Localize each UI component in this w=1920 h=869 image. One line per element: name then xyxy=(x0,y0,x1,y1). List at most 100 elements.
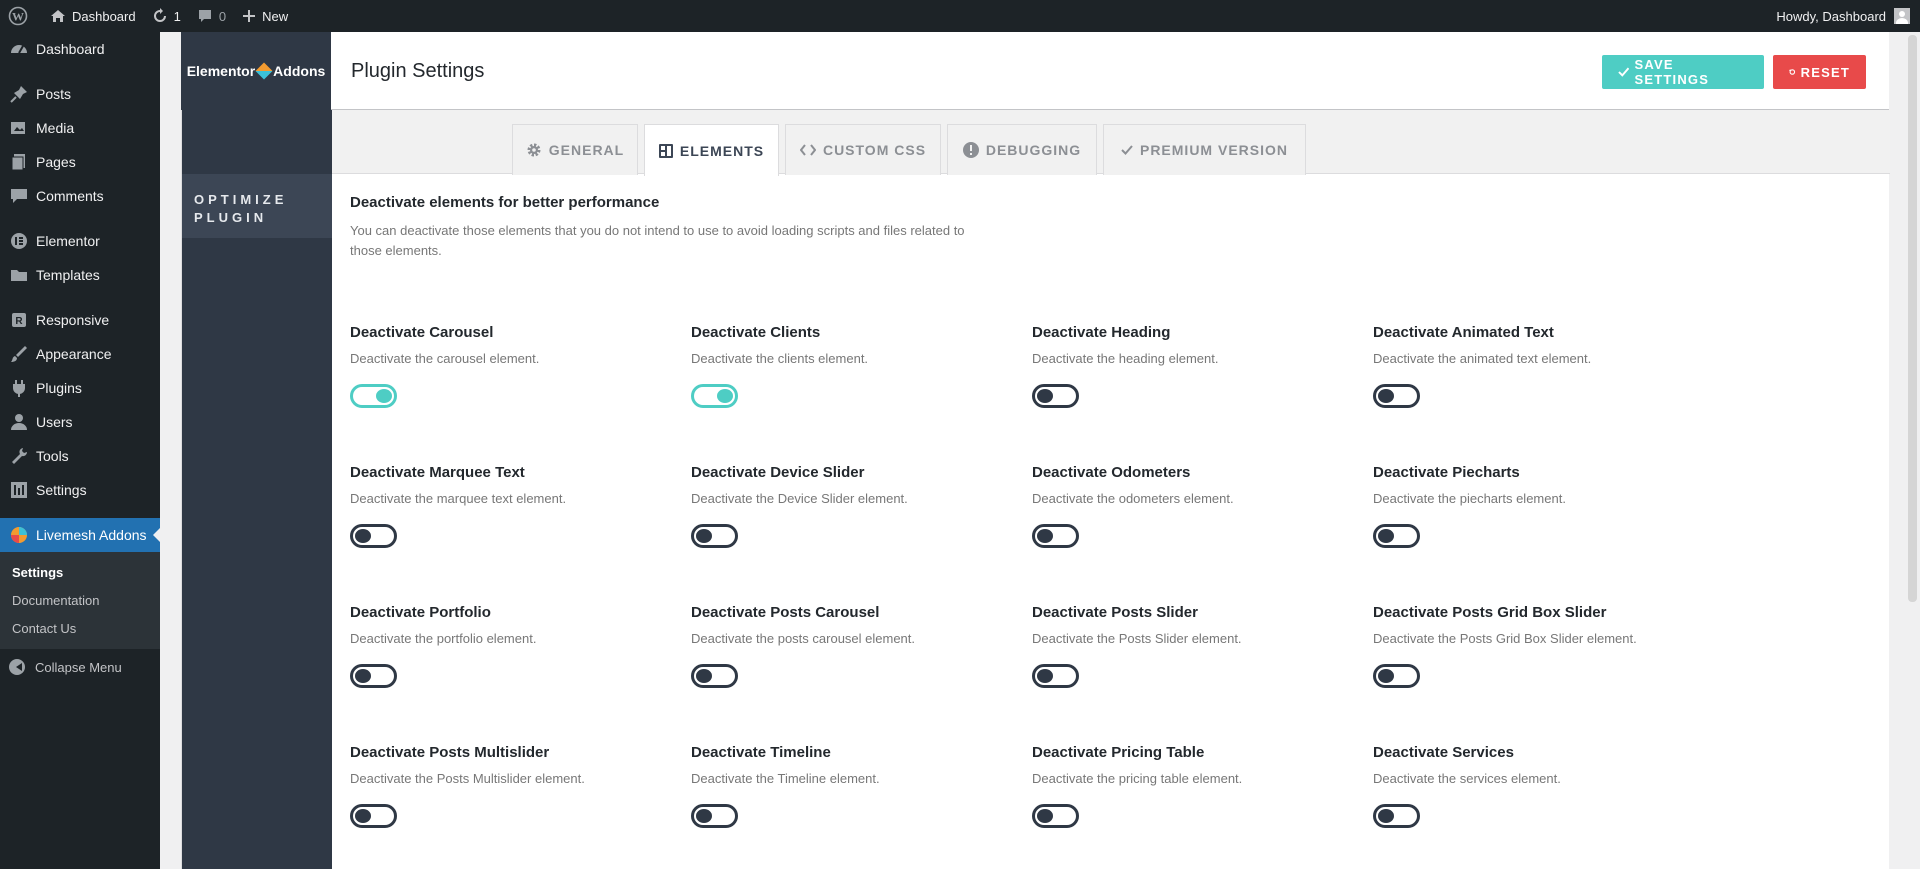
menu-item-pages[interactable]: Pages xyxy=(0,145,160,179)
toggle-knob xyxy=(717,389,733,403)
submenu-settings[interactable]: Settings xyxy=(0,559,160,587)
tab-custom-css[interactable]: CUSTOM CSS xyxy=(785,124,941,175)
page-scrollbar[interactable] xyxy=(1905,32,1920,869)
element-setting-description: Deactivate the heading element. xyxy=(1032,351,1219,366)
toggle-knob xyxy=(355,669,371,683)
toggle-knob xyxy=(1378,669,1394,683)
deactivate-toggle[interactable] xyxy=(1373,664,1420,688)
menu-item-media[interactable]: Media xyxy=(0,111,160,145)
element-setting: Deactivate Heading Deactivate the heading… xyxy=(1032,324,1362,408)
deactivate-toggle[interactable] xyxy=(350,664,397,688)
element-setting-title: Deactivate Marquee Text xyxy=(350,464,525,481)
alert-icon xyxy=(962,142,979,158)
collapse-label: Collapse Menu xyxy=(35,659,122,675)
submenu-documentation[interactable]: Documentation xyxy=(0,587,160,615)
tab-elements[interactable]: ELEMENTS xyxy=(644,124,779,176)
menu-separator xyxy=(0,66,160,77)
menu-item-tools[interactable]: Tools xyxy=(0,439,160,473)
site-name: Dashboard xyxy=(72,8,136,24)
menu-item-elementor[interactable]: Elementor xyxy=(0,224,160,258)
collapse-menu-button[interactable]: Collapse Menu xyxy=(0,649,160,685)
menu-item-label: Livemesh Addons xyxy=(36,527,147,543)
deactivate-toggle[interactable] xyxy=(350,804,397,828)
submenu-contact-us[interactable]: Contact Us xyxy=(0,615,160,643)
logo-text-right: Addons xyxy=(273,63,326,79)
elementor-addons-logo: Elementor Addons xyxy=(181,32,331,110)
element-setting: Deactivate Odometers Deactivate the odome… xyxy=(1032,464,1362,548)
menu-item-livemesh-addons[interactable]: Livemesh Addons xyxy=(0,518,161,552)
toggle-knob xyxy=(376,389,392,403)
element-setting-title: Deactivate Clients xyxy=(691,324,821,341)
settings-icon xyxy=(9,480,29,500)
svg-text:R: R xyxy=(15,316,23,327)
menu-item-label: Comments xyxy=(36,188,104,204)
element-setting: Deactivate Piecharts Deactivate the piech… xyxy=(1373,464,1703,548)
element-setting-title: Deactivate Timeline xyxy=(691,744,831,761)
deactivate-toggle[interactable] xyxy=(691,524,738,548)
element-setting: Deactivate Posts Grid Box Slider Deactiva… xyxy=(1373,604,1703,688)
wordpress-logo-icon[interactable]: W xyxy=(0,0,42,32)
menu-item-settings[interactable]: Settings xyxy=(0,473,160,507)
save-settings-button[interactable]: SAVE SETTINGS xyxy=(1602,55,1764,89)
deactivate-toggle[interactable] xyxy=(350,524,397,548)
plus-icon xyxy=(243,10,256,22)
menu-item-responsive[interactable]: R Responsive xyxy=(0,303,160,337)
settings-sidebar: OPTIMIZE PLUGIN xyxy=(182,110,332,869)
section-title: Deactivate elements for better performan… xyxy=(350,194,660,211)
menu-item-label: Settings xyxy=(36,482,87,498)
avatar xyxy=(1894,8,1910,24)
deactivate-toggle[interactable] xyxy=(691,664,738,688)
toggle-knob xyxy=(1378,809,1394,823)
deactivate-toggle[interactable] xyxy=(1373,524,1420,548)
element-setting-title: Deactivate Portfolio xyxy=(350,604,491,621)
element-setting-description: Deactivate the animated text element. xyxy=(1373,351,1592,366)
section-description: You can deactivate those elements that y… xyxy=(350,223,965,258)
deactivate-toggle[interactable] xyxy=(1373,804,1420,828)
menu-item-templates[interactable]: Templates xyxy=(0,258,160,292)
toggle-knob xyxy=(1037,809,1053,823)
menu-item-users[interactable]: Users xyxy=(0,405,160,439)
deactivate-toggle[interactable] xyxy=(1032,804,1079,828)
tab-debugging-label: DEBUGGING xyxy=(985,142,1082,158)
tab-debugging[interactable]: DEBUGGING xyxy=(947,124,1097,175)
site-name-link[interactable]: Dashboard xyxy=(42,0,144,32)
menu-item-comments[interactable]: Comments xyxy=(0,179,160,213)
deactivate-toggle[interactable] xyxy=(1032,384,1079,408)
menu-item-label: Tools xyxy=(36,448,69,464)
menu-item-plugins[interactable]: Plugins xyxy=(0,371,160,405)
element-setting-title: Deactivate Heading xyxy=(1032,324,1171,341)
deactivate-toggle[interactable] xyxy=(1373,384,1420,408)
menu-item-label: Elementor xyxy=(36,233,100,249)
updates-link[interactable]: 1 xyxy=(144,0,189,32)
menu-item-dashboard[interactable]: Dashboard xyxy=(0,32,160,66)
element-setting: Deactivate Portfolio Deactivate the portf… xyxy=(350,604,680,688)
element-setting-title: Deactivate Carousel xyxy=(350,324,494,341)
deactivate-toggle[interactable] xyxy=(1032,664,1079,688)
comments-link[interactable]: 0 xyxy=(189,0,234,32)
deactivate-toggle[interactable] xyxy=(1032,524,1079,548)
sidebar-item-line1: OPTIMIZE xyxy=(194,192,288,207)
reset-button[interactable]: RESET xyxy=(1773,55,1866,89)
save-settings-label: SAVE SETTINGS xyxy=(1634,57,1710,87)
deactivate-toggle[interactable] xyxy=(350,384,397,408)
menu-separator xyxy=(0,292,160,303)
tab-premium-version[interactable]: PREMIUM VERSION xyxy=(1103,124,1306,175)
menu-item-label: Users xyxy=(36,414,73,430)
element-setting: Deactivate Posts Multislider Deactivate t… xyxy=(350,744,680,828)
menu-item-appearance[interactable]: Appearance xyxy=(0,337,160,371)
menu-item-posts[interactable]: Posts xyxy=(0,77,160,111)
svg-text:W: W xyxy=(12,10,24,24)
scrollbar-thumb[interactable] xyxy=(1908,35,1917,602)
toggle-knob xyxy=(1037,529,1053,543)
new-label: New xyxy=(262,8,289,24)
deactivate-toggle[interactable] xyxy=(691,384,738,408)
my-account[interactable]: Howdy, Dashboard xyxy=(1776,8,1920,24)
element-setting-description: Deactivate the Device Slider element. xyxy=(691,491,908,506)
dashboard-icon xyxy=(9,39,29,59)
new-content-link[interactable]: New xyxy=(234,0,296,32)
deactivate-toggle[interactable] xyxy=(691,804,738,828)
element-setting-title: Deactivate Services xyxy=(1373,744,1514,761)
element-setting-description: Deactivate the odometers element. xyxy=(1032,491,1234,506)
tab-general[interactable]: GENERAL xyxy=(512,124,638,175)
sidebar-item-optimize-plugin[interactable]: OPTIMIZE PLUGIN xyxy=(182,174,332,238)
